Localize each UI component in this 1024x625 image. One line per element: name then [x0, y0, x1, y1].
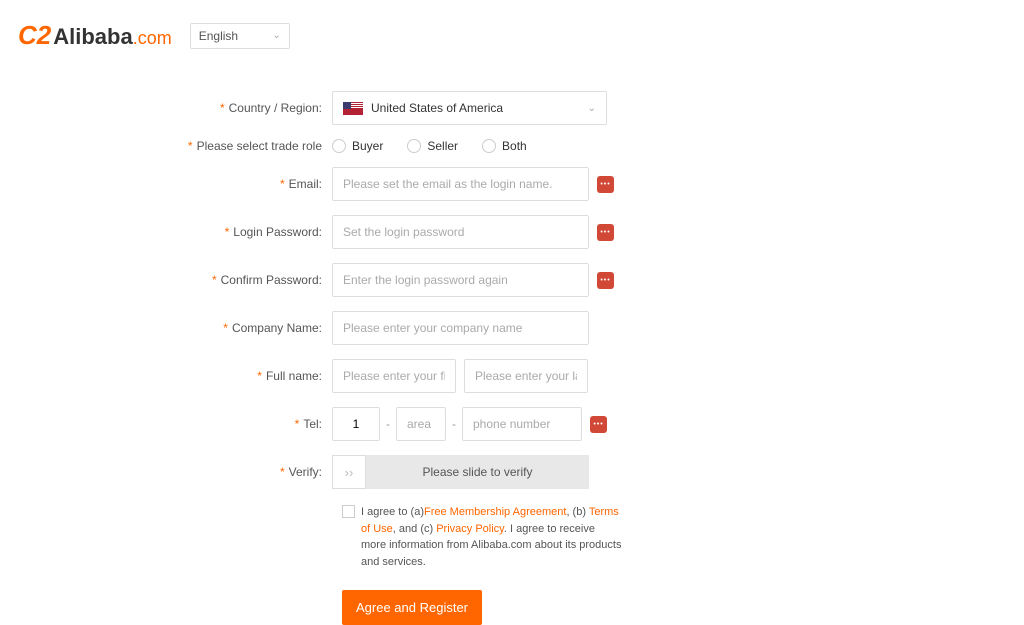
company-label: *Company Name:	[152, 321, 332, 335]
header: C2 Alibaba .com English ⌄	[0, 0, 1024, 51]
us-flag-icon	[343, 102, 363, 115]
verify-label: *Verify:	[152, 465, 332, 479]
registration-form: *Country / Region: United States of Amer…	[152, 91, 872, 625]
radio-icon	[407, 139, 421, 153]
confirm-password-label: *Confirm Password:	[152, 273, 332, 287]
chevron-down-icon: ⌄	[588, 103, 596, 114]
agreement-row: I agree to (a)Free Membership Agreement,…	[342, 504, 622, 570]
first-name-input[interactable]	[332, 359, 456, 393]
password-manager-icon[interactable]: •••	[597, 176, 614, 193]
logo[interactable]: C2 Alibaba .com	[18, 20, 172, 51]
tel-phone-input[interactable]	[462, 407, 582, 441]
verify-slider[interactable]: ›› Please slide to verify	[332, 455, 589, 489]
password-manager-icon[interactable]: •••	[590, 416, 607, 433]
password-manager-icon[interactable]: •••	[597, 224, 614, 241]
chevron-down-icon: ⌄	[272, 30, 280, 41]
slider-handle-icon[interactable]: ››	[332, 455, 366, 489]
password-label: *Login Password:	[152, 225, 332, 239]
link-membership-agreement[interactable]: Free Membership Agreement	[424, 506, 566, 518]
tel-label: *Tel:	[152, 417, 332, 431]
trade-role-buyer[interactable]: Buyer	[332, 139, 383, 153]
trade-role-seller[interactable]: Seller	[407, 139, 458, 153]
password-manager-icon[interactable]: •••	[597, 272, 614, 289]
logo-suffix: .com	[133, 28, 172, 49]
language-value: English	[199, 29, 238, 43]
country-value: United States of America	[371, 101, 588, 115]
country-select[interactable]: United States of America ⌄	[332, 91, 607, 125]
agreement-checkbox[interactable]	[342, 505, 355, 518]
link-privacy-policy[interactable]: Privacy Policy	[436, 523, 504, 535]
logo-swirl-icon: C2	[18, 20, 51, 51]
radio-icon	[482, 139, 496, 153]
logo-brand: Alibaba	[53, 24, 132, 50]
radio-icon	[332, 139, 346, 153]
password-input[interactable]	[332, 215, 589, 249]
email-input[interactable]	[332, 167, 589, 201]
agreement-text: I agree to (a)Free Membership Agreement,…	[361, 504, 622, 570]
email-label: *Email:	[152, 177, 332, 191]
company-input[interactable]	[332, 311, 589, 345]
trade-role-both[interactable]: Both	[482, 139, 527, 153]
confirm-password-input[interactable]	[332, 263, 589, 297]
last-name-input[interactable]	[464, 359, 588, 393]
tel-country-code-input[interactable]	[332, 407, 380, 441]
slider-track-text: Please slide to verify	[366, 455, 589, 489]
trade-role-label: *Please select trade role	[152, 139, 332, 153]
language-select[interactable]: English ⌄	[190, 23, 290, 49]
agree-register-button[interactable]: Agree and Register	[342, 590, 482, 625]
fullname-label: *Full name:	[152, 369, 332, 383]
tel-area-input[interactable]	[396, 407, 446, 441]
country-label: *Country / Region:	[152, 101, 332, 115]
